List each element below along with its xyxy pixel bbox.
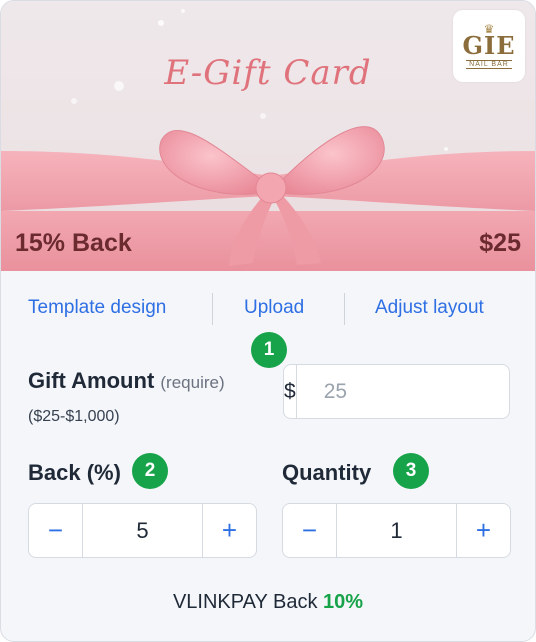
brand-logo: ♛ GIE NAIL BAR [453,10,525,82]
step-badge-3: 3 [393,453,429,489]
step-badge-1: 1 [251,332,287,368]
logo-subtitle: NAIL BAR [466,59,512,69]
back-percent-value[interactable]: 5 [83,504,202,557]
tab-divider [344,293,345,325]
quantity-label: Quantity [282,460,372,485]
card-price: $25 [479,229,521,257]
quantity-increment-button[interactable]: + [456,504,510,557]
vlinkpay-back-percent: 10% [323,591,364,613]
vlinkpay-back-line: VLINKPAY Back 10% [1,591,535,614]
tab-template-design[interactable]: Template design [28,297,166,319]
vlinkpay-back-text: VLINKPAY Back [172,591,318,613]
back-percent-label: Back (%) [28,460,121,485]
gift-amount-range: ($25-$1,000) [28,408,120,425]
card-back-percent: 15% Back [15,229,132,257]
currency-prefix: $ [284,365,297,418]
step-badge-2: 2 [132,453,168,489]
quantity-decrement-button[interactable]: − [283,504,337,557]
quantity-stepper: − 1 + [282,503,511,558]
design-tabs: Template design Upload Adjust layout [1,291,535,331]
gift-amount-input[interactable] [296,365,509,418]
gift-amount-label: Gift Amount (require) [28,368,225,394]
logo-mark: GIE [462,30,516,60]
quantity-value[interactable]: 1 [337,504,456,557]
back-percent-stepper: − 5 + [28,503,257,558]
gift-amount-field[interactable]: $ [283,364,510,419]
gift-card-panel: E-Gift Card ♛ GIE NAIL BAR 15% Back $25 … [0,0,536,642]
tab-upload[interactable]: Upload [244,297,304,319]
gift-card-preview: E-Gift Card ♛ GIE NAIL BAR 15% Back $25 [1,1,535,271]
back-increment-button[interactable]: + [202,504,256,557]
required-hint: (require) [160,373,225,392]
gift-amount-title: Gift Amount [28,368,155,393]
tab-adjust-layout[interactable]: Adjust layout [375,297,484,319]
back-decrement-button[interactable]: − [29,504,83,557]
tab-divider [212,293,213,325]
